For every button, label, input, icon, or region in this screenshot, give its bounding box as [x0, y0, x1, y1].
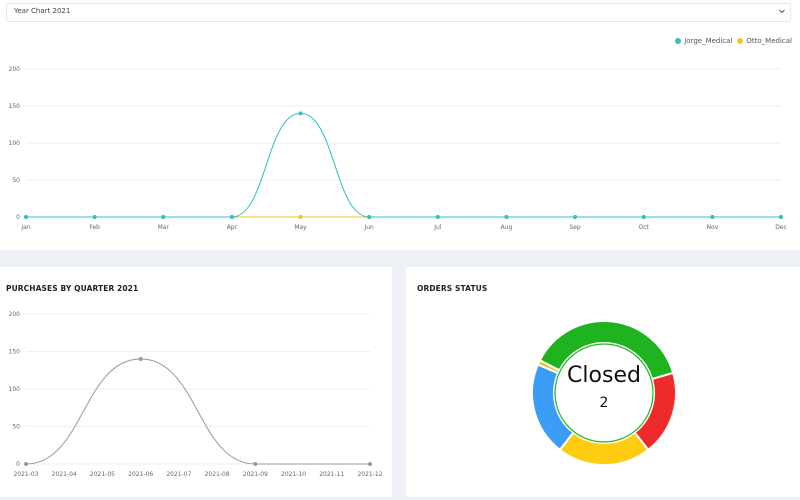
- x-tick-label: 2021-05: [90, 471, 115, 478]
- x-tick-label: Feb: [89, 224, 100, 231]
- y-tick-label: 100: [9, 386, 21, 393]
- data-point: [24, 462, 28, 466]
- yearly-line-chart: 0 50 100 150 200 Jan Feb Mar Apr May Jun Jul Aug Sep O…: [9, 66, 787, 231]
- x-tick-label: 2021-12: [357, 471, 382, 478]
- y-tick-label: 200: [9, 311, 21, 318]
- data-point: [435, 215, 440, 219]
- x-tick-label: 2021-04: [52, 471, 77, 478]
- x-tick-label: Jan: [20, 224, 30, 231]
- donut-center-title: Closed: [567, 363, 641, 388]
- x-tick-label: 2021-09: [243, 471, 268, 478]
- y-tick-label: 50: [12, 177, 20, 184]
- series-line: [26, 112, 781, 218]
- x-tick-label: Mar: [158, 224, 170, 231]
- x-tick-label: Sep: [569, 224, 581, 231]
- x-tick-label: Apr: [227, 224, 238, 231]
- data-point: [298, 215, 303, 219]
- y-tick-label: 100: [9, 140, 21, 147]
- donut-center-value: 2: [599, 395, 609, 411]
- data-point: [298, 111, 303, 116]
- data-point: [92, 215, 97, 219]
- data-point: [138, 357, 143, 361]
- x-tick-label: May: [294, 224, 307, 231]
- donut-inner-ring: [554, 343, 654, 443]
- data-point: [641, 215, 646, 219]
- x-tick-label: 2021-08: [205, 471, 230, 478]
- y-tick-label: 0: [16, 214, 20, 221]
- data-point: [253, 462, 258, 466]
- x-tick-label: Jul: [433, 224, 442, 231]
- y-tick-label: 150: [9, 349, 21, 356]
- yearly-chart-panel: Year Chart 2021 Jorge_Medical Otto_Medic…: [0, 0, 800, 250]
- data-point: [229, 215, 234, 219]
- x-tick-label: 2021-11: [319, 471, 344, 478]
- data-point: [161, 215, 166, 219]
- data-point: [367, 215, 372, 219]
- data-point: [573, 215, 578, 219]
- x-tick-label: Nov: [707, 224, 719, 231]
- orders-status-card: ORDERS STATUS Closed 2: [406, 267, 800, 497]
- data-point: [368, 462, 372, 466]
- series-line: [25, 358, 370, 465]
- x-tick-label: 2021-03: [13, 471, 38, 478]
- y-tick-label: 50: [12, 424, 20, 431]
- purchases-line-chart: 0 50 100 150 200 2021-03 2021-04 2021-05 2021-06…: [9, 311, 383, 478]
- y-tick-label: 150: [9, 103, 21, 110]
- x-tick-label: 2021-07: [166, 471, 191, 478]
- x-tick-label: 2021-06: [128, 471, 153, 478]
- donut-slice: [558, 431, 650, 466]
- x-tick-label: Jun: [363, 224, 374, 231]
- x-tick-label: Oct: [639, 224, 650, 231]
- x-tick-label: 2021-10: [281, 471, 306, 478]
- data-point: [24, 215, 28, 219]
- data-point: [779, 215, 783, 219]
- data-point: [710, 215, 715, 219]
- data-point: [504, 215, 509, 219]
- purchases-card: PURCHASES BY QUARTER 2021 0 50 100 150 200 20…: [0, 267, 392, 497]
- y-tick-label: 0: [16, 461, 20, 468]
- y-tick-label: 200: [9, 66, 21, 73]
- x-tick-label: Dec: [775, 224, 787, 231]
- x-tick-label: Aug: [501, 224, 513, 231]
